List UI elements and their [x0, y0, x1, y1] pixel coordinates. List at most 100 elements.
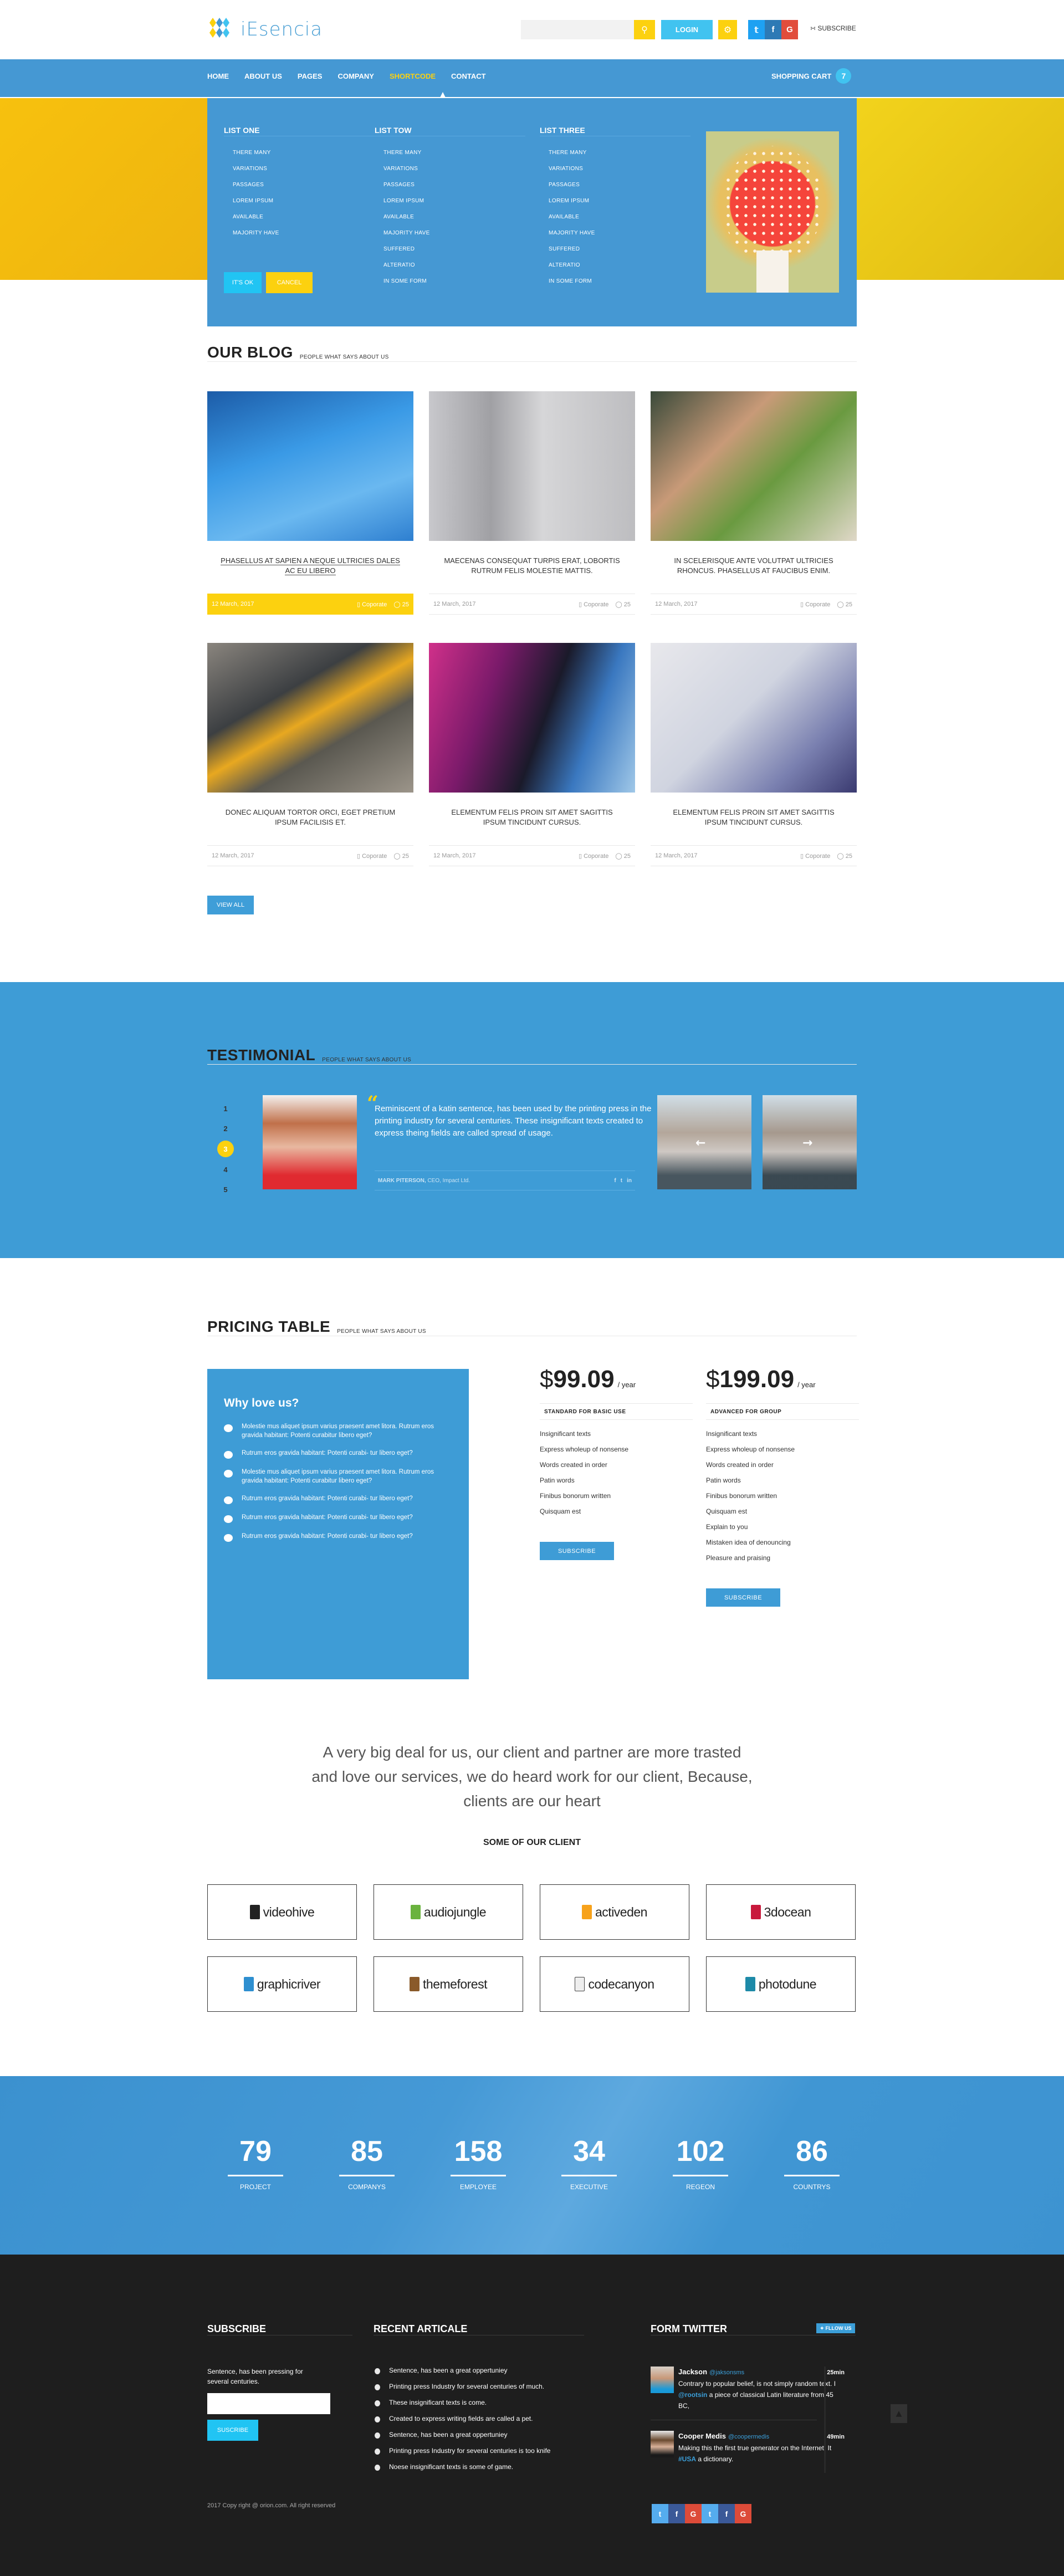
subscribe-advanced-button[interactable]: SUBSCRIBE — [706, 1588, 780, 1607]
category[interactable]: ▯ Coporate — [800, 852, 830, 860]
blog-post-title[interactable]: ELEMENTUM FELIS PROIN SIT AMET SAGITTIS … — [651, 807, 857, 837]
footer-twitter-button[interactable]: t — [652, 2504, 668, 2523]
arrow-left-icon[interactable]: ← — [695, 1136, 705, 1150]
article-link[interactable]: Noese insignificant texts is some of gam… — [375, 2463, 550, 2479]
comments[interactable]: ◯ 25 — [837, 852, 852, 860]
category[interactable]: ▯ Coporate — [579, 852, 608, 860]
comments[interactable]: ◯ 25 — [393, 852, 409, 860]
blog-post-title[interactable]: IN SCELERISQUE ANTE VOLUTPAT ULTRICIES R… — [651, 556, 857, 586]
blog-post[interactable]: MAECENAS CONSEQUAT TURPIS ERAT, LOBORTIS… — [429, 391, 635, 615]
footer-twitter-button[interactable]: t — [702, 2504, 718, 2523]
mega-link[interactable]: AVAILABLE — [383, 214, 525, 230]
cancel-button[interactable]: CANCEL — [266, 272, 313, 293]
blog-post-title[interactable]: MAECENAS CONSEQUAT TURPIS ERAT, LOBORTIS… — [429, 556, 635, 586]
footer-subscribe-button[interactable]: SUSCRIBE — [207, 2420, 258, 2441]
mega-link[interactable]: ALTERATIO — [383, 262, 525, 278]
subscribe-link[interactable]: ∺ SUBSCRIBE — [810, 24, 856, 32]
scroll-to-top-button[interactable]: ▲ — [891, 2404, 907, 2423]
nav-home[interactable]: HOME — [207, 72, 229, 80]
blog-post-title[interactable]: ELEMENTUM FELIS PROIN SIT AMET SAGITTIS … — [429, 807, 635, 837]
tweet-handle[interactable]: @jaksonsms — [709, 2369, 744, 2376]
linkedin-icon[interactable]: in — [627, 1178, 632, 1184]
client-logo-themeforest[interactable]: themeforest — [374, 1956, 523, 2012]
blog-post[interactable]: IN SCELERISQUE ANTE VOLUTPAT ULTRICIES R… — [651, 391, 857, 615]
follow-us-button[interactable]: ✦ FLLOW US — [816, 2323, 855, 2333]
blog-post[interactable]: ELEMENTUM FELIS PROIN SIT AMET SAGITTIS … — [429, 643, 635, 866]
mega-link[interactable]: MAJORITY HAVE — [549, 230, 690, 246]
client-logo-photodune[interactable]: photodune — [706, 1956, 856, 2012]
blog-post[interactable]: ELEMENTUM FELIS PROIN SIT AMET SAGITTIS … — [651, 643, 857, 866]
page-1[interactable]: 1 — [217, 1101, 234, 1116]
client-logo-graphicriver[interactable]: graphicriver — [207, 1956, 357, 2012]
mega-link[interactable]: THERE MANY — [549, 150, 690, 166]
login-button[interactable]: LOGIN — [661, 20, 713, 39]
mega-link[interactable]: AVAILABLE — [549, 214, 690, 230]
comments[interactable]: ◯ 25 — [837, 601, 852, 608]
mega-link[interactable]: SUFFERED — [383, 246, 525, 262]
settings-button[interactable]: ⚙ — [718, 20, 737, 39]
blog-post-title[interactable]: PHASELLUS AT SAPIEN A NEQUE ULTRICIES DA… — [207, 556, 413, 586]
footer-facebook-button[interactable]: f — [668, 2504, 685, 2523]
page-5[interactable]: 5 — [217, 1182, 234, 1197]
nav-pages[interactable]: PAGES — [298, 72, 323, 80]
tweet-hashtag[interactable]: #USA — [678, 2455, 696, 2463]
article-link[interactable]: Sentence, has been a great oppertuniey — [375, 2367, 550, 2383]
blog-post-title[interactable]: DONEC ALIQUAM TORTOR ORCI, EGET PRETIUM … — [207, 807, 413, 837]
mega-link[interactable]: PASSAGES — [233, 182, 375, 198]
mega-link[interactable]: MAJORITY HAVE — [233, 230, 375, 246]
mega-link[interactable]: PASSAGES — [383, 182, 525, 198]
nav-shortcode[interactable]: SHORTCODE — [390, 72, 436, 80]
shopping-cart[interactable]: SHOPPING CART 7 — [771, 68, 852, 84]
blog-post[interactable]: DONEC ALIQUAM TORTOR ORCI, EGET PRETIUM … — [207, 643, 413, 866]
nav-contact[interactable]: CONTACT — [451, 72, 486, 80]
client-logo-activeden[interactable]: activeden — [540, 1884, 689, 1940]
footer-email-input[interactable] — [207, 2393, 330, 2414]
logo[interactable]: iEsencia — [209, 16, 323, 43]
category[interactable]: ▯ Coporate — [357, 852, 387, 860]
blog-post[interactable]: PHASELLUS AT SAPIEN A NEQUE ULTRICIES DA… — [207, 391, 413, 615]
tweet-scrollbar[interactable] — [824, 2367, 826, 2473]
footer-facebook-button[interactable]: f — [718, 2504, 735, 2523]
article-link[interactable]: Printing press Industry for several cent… — [375, 2383, 550, 2399]
mega-link[interactable]: VARIATIONS — [549, 166, 690, 182]
comments[interactable]: ◯ 25 — [615, 601, 631, 608]
category[interactable]: ▯ Coporate — [579, 601, 608, 608]
comments[interactable]: ◯ 25 — [393, 601, 409, 608]
category[interactable]: ▯ Coporate — [357, 601, 387, 608]
mega-link[interactable]: VARIATIONS — [383, 166, 525, 182]
client-logo-3docean[interactable]: 3docean — [706, 1884, 856, 1940]
mega-link[interactable]: THERE MANY — [383, 150, 525, 166]
tweet-mention[interactable]: @rootsin — [678, 2391, 707, 2399]
footer-google-button[interactable]: G — [735, 2504, 751, 2523]
twitter-button[interactable]: 𝕥 — [748, 20, 765, 39]
article-link[interactable]: Printing press Industry for several cent… — [375, 2447, 550, 2463]
mega-link[interactable]: SUFFERED — [549, 246, 690, 262]
mega-link[interactable]: LOREM IPSUM — [383, 198, 525, 214]
client-logo-audiojungle[interactable]: audiojungle — [374, 1884, 523, 1940]
mega-link[interactable]: ALTERATIO — [549, 262, 690, 278]
mega-link[interactable]: LOREM IPSUM — [233, 198, 375, 214]
article-link[interactable]: Created to express writing fields are ca… — [375, 2415, 550, 2431]
facebook-button[interactable]: f — [765, 20, 781, 39]
nav-about-us[interactable]: ABOUT US — [244, 72, 282, 80]
nav-company[interactable]: COMPANY — [337, 72, 374, 80]
mega-link[interactable]: VARIATIONS — [233, 166, 375, 182]
mega-link[interactable]: LOREM IPSUM — [549, 198, 690, 214]
page-3[interactable]: 3 — [217, 1141, 234, 1157]
article-link[interactable]: These insignificant texts is come. — [375, 2399, 550, 2415]
mega-link[interactable]: MAJORITY HAVE — [383, 230, 525, 246]
twitter-icon[interactable]: t — [621, 1178, 622, 1184]
facebook-icon[interactable]: f — [614, 1178, 616, 1184]
article-link[interactable]: Sentence, has been a great oppertuniey — [375, 2431, 550, 2447]
page-4[interactable]: 4 — [217, 1162, 234, 1177]
client-logo-videohive[interactable]: videohive — [207, 1884, 357, 1940]
comments[interactable]: ◯ 25 — [615, 852, 631, 860]
page-2[interactable]: 2 — [217, 1121, 234, 1136]
google-button[interactable]: G — [781, 20, 798, 39]
search-input[interactable] — [521, 20, 634, 39]
mega-link[interactable]: PASSAGES — [549, 182, 690, 198]
view-all-button[interactable]: VIEW ALL — [207, 896, 254, 914]
mega-link[interactable]: AVAILABLE — [233, 214, 375, 230]
mega-link[interactable]: IN SOME FORM — [383, 278, 525, 294]
footer-google-button[interactable]: G — [685, 2504, 702, 2523]
